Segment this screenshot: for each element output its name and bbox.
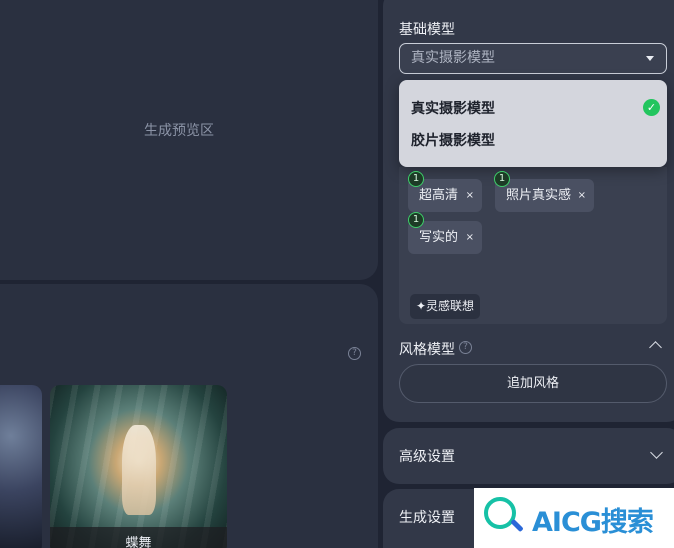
base-model-title: 基础模型 <box>399 22 455 38</box>
help-icon[interactable]: ? <box>348 347 361 360</box>
preview-label: 生成预览区 <box>144 123 214 139</box>
magnifier-handle <box>510 518 524 533</box>
tag-weight-badge: 1 <box>408 212 424 228</box>
image-figure <box>122 425 156 515</box>
help-icon[interactable]: ? <box>459 341 472 354</box>
inspiration-button[interactable]: ✦灵感联想 <box>410 294 480 319</box>
check-icon: ✓ <box>643 99 660 116</box>
preview-area: 生成预览区 <box>0 0 378 280</box>
style-model-title: 风格模型 <box>399 342 455 358</box>
watermark-logo: AICG搜索 <box>474 488 674 548</box>
close-icon[interactable]: × <box>466 221 474 254</box>
base-model-dropdown: 真实摄影模型 ✓ 胶片摄影模型 <box>399 80 667 167</box>
tag-chip[interactable]: 照片真实感 × <box>495 179 594 212</box>
tag-weight-badge: 1 <box>408 171 424 187</box>
thumbnail-caption: 蝶舞 <box>50 527 227 548</box>
gallery-thumbnail[interactable] <box>0 385 42 548</box>
select-value: 真实摄影模型 <box>411 50 495 66</box>
tag-label: 超高清 <box>419 188 459 203</box>
dropdown-option-real-photo[interactable]: 真实摄影模型 <box>411 98 495 118</box>
caret-down-icon <box>646 56 654 61</box>
watermark-text: AICG搜索 <box>532 507 654 538</box>
tag-label: 写实的 <box>419 230 459 245</box>
generate-settings-title: 生成设置 <box>399 510 455 526</box>
dropdown-option-film-photo[interactable]: 胶片摄影模型 <box>411 130 495 150</box>
gallery-thumbnail[interactable]: 蝶舞 <box>50 385 227 548</box>
close-icon[interactable]: × <box>466 179 474 212</box>
add-style-button[interactable]: 追加风格 <box>399 364 667 403</box>
tag-label: 照片真实感 <box>506 188 572 203</box>
advanced-settings-title: 高级设置 <box>399 449 455 465</box>
tag-weight-badge: 1 <box>494 171 510 187</box>
close-icon[interactable]: × <box>578 179 586 212</box>
base-model-select[interactable]: 真实摄影模型 <box>399 43 667 74</box>
